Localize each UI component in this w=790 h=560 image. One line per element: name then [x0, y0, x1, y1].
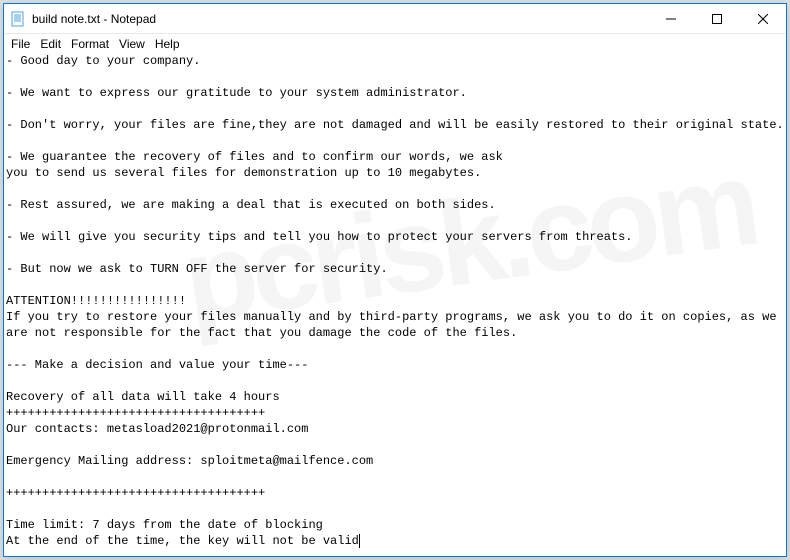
close-button[interactable]: [740, 4, 786, 34]
text-caret: [359, 534, 360, 548]
menu-file[interactable]: File: [6, 36, 35, 52]
text-editor[interactable]: - Good day to your company. - We want to…: [4, 53, 786, 556]
menubar: File Edit Format View Help: [4, 34, 786, 53]
titlebar: build note.txt - Notepad: [4, 4, 786, 34]
minimize-button[interactable]: [648, 4, 694, 34]
menu-format[interactable]: Format: [66, 36, 114, 52]
notepad-icon: [10, 11, 26, 27]
menu-view[interactable]: View: [114, 36, 150, 52]
window-title: build note.txt - Notepad: [32, 12, 156, 26]
menu-help[interactable]: Help: [150, 36, 185, 52]
notepad-window: build note.txt - Notepad File Edit Forma…: [3, 3, 787, 557]
editor-area: pcrisk.com - Good day to your company. -…: [4, 53, 786, 556]
editor-text: - Good day to your company. - We want to…: [6, 54, 784, 548]
menu-edit[interactable]: Edit: [35, 36, 66, 52]
maximize-button[interactable]: [694, 4, 740, 34]
